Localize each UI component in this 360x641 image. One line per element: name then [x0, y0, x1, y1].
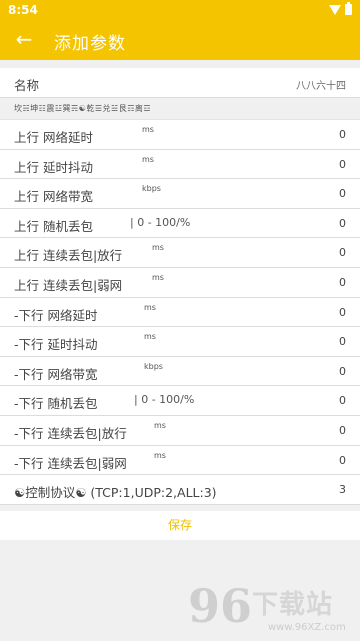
param-value[interactable]: 3 — [339, 483, 346, 496]
param-label: -下行 连续丢包|弱网 — [14, 455, 127, 471]
page-title: 添加参数 — [54, 34, 126, 54]
watermark-brand: 下载站 — [252, 590, 334, 620]
param-unit: ms — [142, 154, 154, 164]
trigram-row: 坎☵坤☷震☳巽☴☯乾☰兑☱艮☶离☲ — [0, 98, 360, 120]
param-value[interactable]: 0 — [339, 365, 346, 378]
param-unit: ms — [154, 450, 166, 460]
param-label: 上行 网络延时 — [14, 130, 93, 145]
param-row-up-bandwidth[interactable]: 上行 网络带宽 kbps 0 — [0, 179, 360, 209]
param-unit: | 0 - 100/% — [130, 215, 191, 229]
name-label: 名称 — [14, 78, 40, 93]
param-value[interactable]: 0 — [339, 306, 346, 319]
param-label: -下行 网络带宽 — [14, 366, 98, 382]
param-unit: ms — [142, 125, 154, 134]
param-label: 上行 网络带宽 — [14, 189, 93, 205]
param-row-down-burst-weak[interactable]: -下行 连续丢包|弱网 ms 0 — [0, 445, 360, 476]
param-unit: | 0 - 100/% — [134, 393, 195, 407]
battery-icon — [345, 2, 352, 15]
param-value[interactable]: 0 — [339, 424, 346, 437]
param-value[interactable]: 0 — [339, 335, 346, 348]
param-unit: ms — [152, 243, 164, 253]
param-label: -下行 延时抖动 — [14, 337, 98, 353]
trigram-label: 坎☵坤☷震☳巽☴☯乾☰兑☱艮☶离☲ — [14, 104, 152, 113]
param-unit: kbps — [142, 184, 161, 194]
param-label: -下行 网络延时 — [14, 307, 98, 323]
watermark-number: 96 — [188, 579, 253, 633]
param-unit: ms — [144, 302, 156, 312]
param-row-protocol[interactable]: ☯控制协议☯ (TCP:1,UDP:2,ALL:3) 3 — [0, 475, 360, 505]
param-row-down-bandwidth[interactable]: -下行 网络带宽 kbps 0 — [0, 356, 360, 387]
param-value[interactable]: 0 — [339, 276, 346, 289]
param-value[interactable]: 0 — [339, 128, 346, 141]
watermark-logo: 96 下载站 www.96XZ.com — [188, 578, 360, 641]
arrow-left-icon[interactable]: ← — [12, 27, 36, 51]
param-value[interactable]: 0 — [339, 246, 346, 259]
param-row-up-burst-pass[interactable]: 上行 连续丢包|放行 ms 0 — [0, 238, 360, 268]
save-button[interactable]: 保存 — [0, 511, 360, 540]
wifi-icon — [329, 4, 341, 15]
param-value[interactable]: 0 — [339, 394, 346, 407]
param-unit: ms — [154, 420, 166, 430]
param-label: 上行 连续丢包|弱网 — [14, 277, 123, 293]
param-list: 名称 八八六十四 坎☵坤☷震☳巽☴☯乾☰兑☱艮☶离☲ 上行 网络延时 ms 0 … — [0, 68, 360, 505]
app-bar: ← 添加参数 — [0, 20, 360, 60]
param-row-down-random-loss[interactable]: -下行 随机丢包 | 0 - 100/% 0 — [0, 386, 360, 416]
param-value[interactable]: 0 — [339, 187, 346, 200]
name-value[interactable]: 八八六十四 — [296, 77, 346, 92]
param-label: 上行 随机丢包 — [14, 218, 93, 234]
param-label: 上行 连续丢包|放行 — [14, 248, 123, 264]
param-value[interactable]: 0 — [339, 217, 346, 230]
param-label: ☯控制协议☯ (TCP:1,UDP:2,ALL:3) — [14, 485, 217, 501]
param-row-up-jitter[interactable]: 上行 延时抖动 ms 0 — [0, 149, 360, 180]
param-row-down-burst-pass[interactable]: -下行 连续丢包|放行 ms 0 — [0, 415, 360, 446]
status-time: 8:54 — [8, 3, 38, 17]
param-label: 上行 延时抖动 — [14, 159, 93, 175]
save-label: 保存 — [167, 518, 192, 532]
param-row-up-burst-weak[interactable]: 上行 连续丢包|弱网 ms 0 — [0, 267, 360, 298]
status-bar: 8:54 — [0, 0, 360, 20]
param-value[interactable]: 0 — [339, 454, 346, 467]
param-row-up-random-loss[interactable]: 上行 随机丢包 | 0 - 100/% 0 — [0, 208, 360, 239]
param-row-down-latency[interactable]: -下行 网络延时 ms 0 — [0, 297, 360, 328]
param-row-down-jitter[interactable]: -下行 延时抖动 ms 0 — [0, 327, 360, 357]
param-label: -下行 连续丢包|放行 — [14, 425, 127, 441]
param-label: -下行 随机丢包 — [14, 396, 98, 412]
name-row[interactable]: 名称 八八六十四 — [0, 68, 360, 98]
param-unit: kbps — [144, 361, 163, 371]
param-value[interactable]: 0 — [339, 158, 346, 171]
status-icons — [329, 2, 352, 15]
param-unit: ms — [144, 332, 156, 342]
watermark-url: www.96XZ.com — [268, 622, 346, 633]
param-unit: ms — [152, 272, 164, 282]
param-row-up-latency[interactable]: 上行 网络延时 ms 0 — [0, 120, 360, 150]
